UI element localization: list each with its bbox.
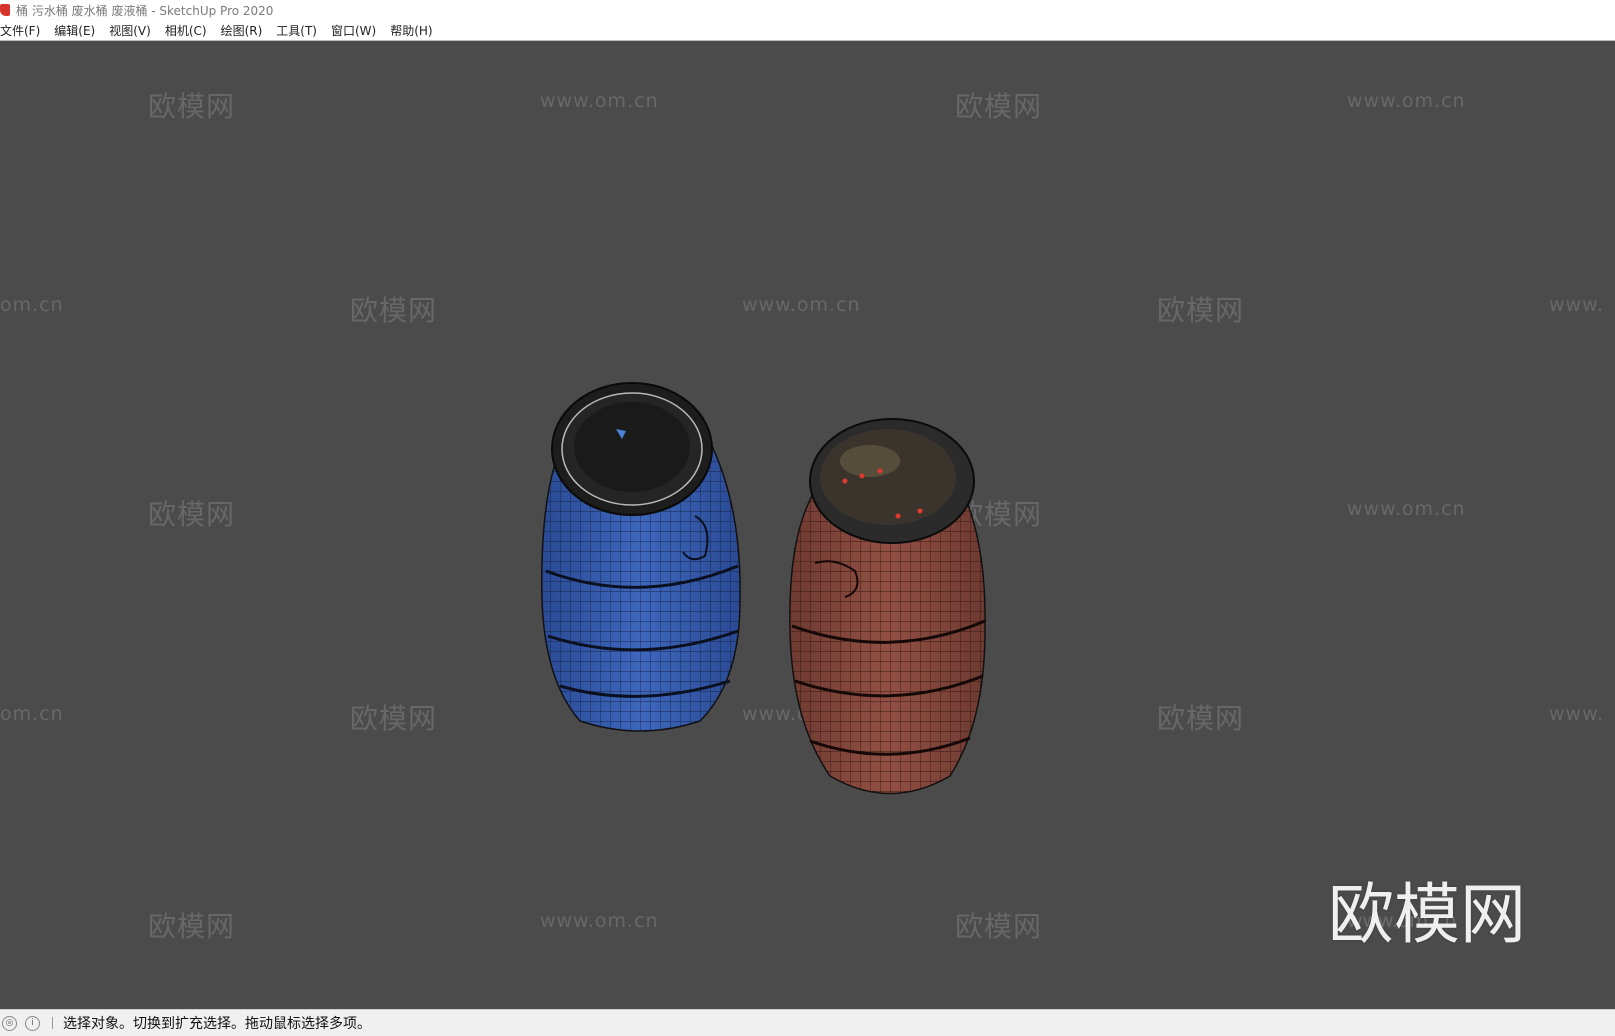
menu-bar: 文件(F) 编辑(E) 视图(V) 相机(C) 绘图(R) 工具(T) 窗口(W… <box>0 20 1615 41</box>
menu-camera[interactable]: 相机(C) <box>165 22 207 39</box>
status-hint: 选择对象。切换到扩充选择。拖动鼠标选择多项。 <box>63 1016 371 1032</box>
window-title: 桶 污水桶 废水桶 废液桶 - SketchUp Pro 2020 <box>16 3 274 18</box>
red-barrel[interactable] <box>789 418 986 795</box>
menu-tools[interactable]: 工具(T) <box>276 22 317 39</box>
menu-window[interactable]: 窗口(W) <box>331 22 376 39</box>
menu-edit[interactable]: 编辑(E) <box>54 22 95 39</box>
menu-file[interactable]: 文件(F) <box>0 22 40 39</box>
status-separator <box>52 1017 53 1029</box>
barrels-scene[interactable] <box>0 41 1615 1009</box>
info-icon[interactable]: i <box>25 1015 40 1031</box>
menu-draw[interactable]: 绘图(R) <box>221 22 263 39</box>
title-bar: 桶 污水桶 废水桶 废液桶 - SketchUp Pro 2020 <box>0 0 1615 20</box>
geolocation-icon[interactable]: ◎ <box>2 1015 17 1031</box>
model-viewport[interactable]: 欧模网 www.om.cn 欧模网 www.om.cn om.cn 欧模网 ww… <box>0 41 1615 1009</box>
sketchup-app-icon <box>0 4 10 16</box>
menu-view[interactable]: 视图(V) <box>109 22 151 39</box>
menu-help[interactable]: 帮助(H) <box>390 22 432 39</box>
blue-barrel[interactable] <box>541 382 741 732</box>
status-bar: ◎ i 选择对象。切换到扩充选择。拖动鼠标选择多项。 <box>0 1009 1615 1036</box>
